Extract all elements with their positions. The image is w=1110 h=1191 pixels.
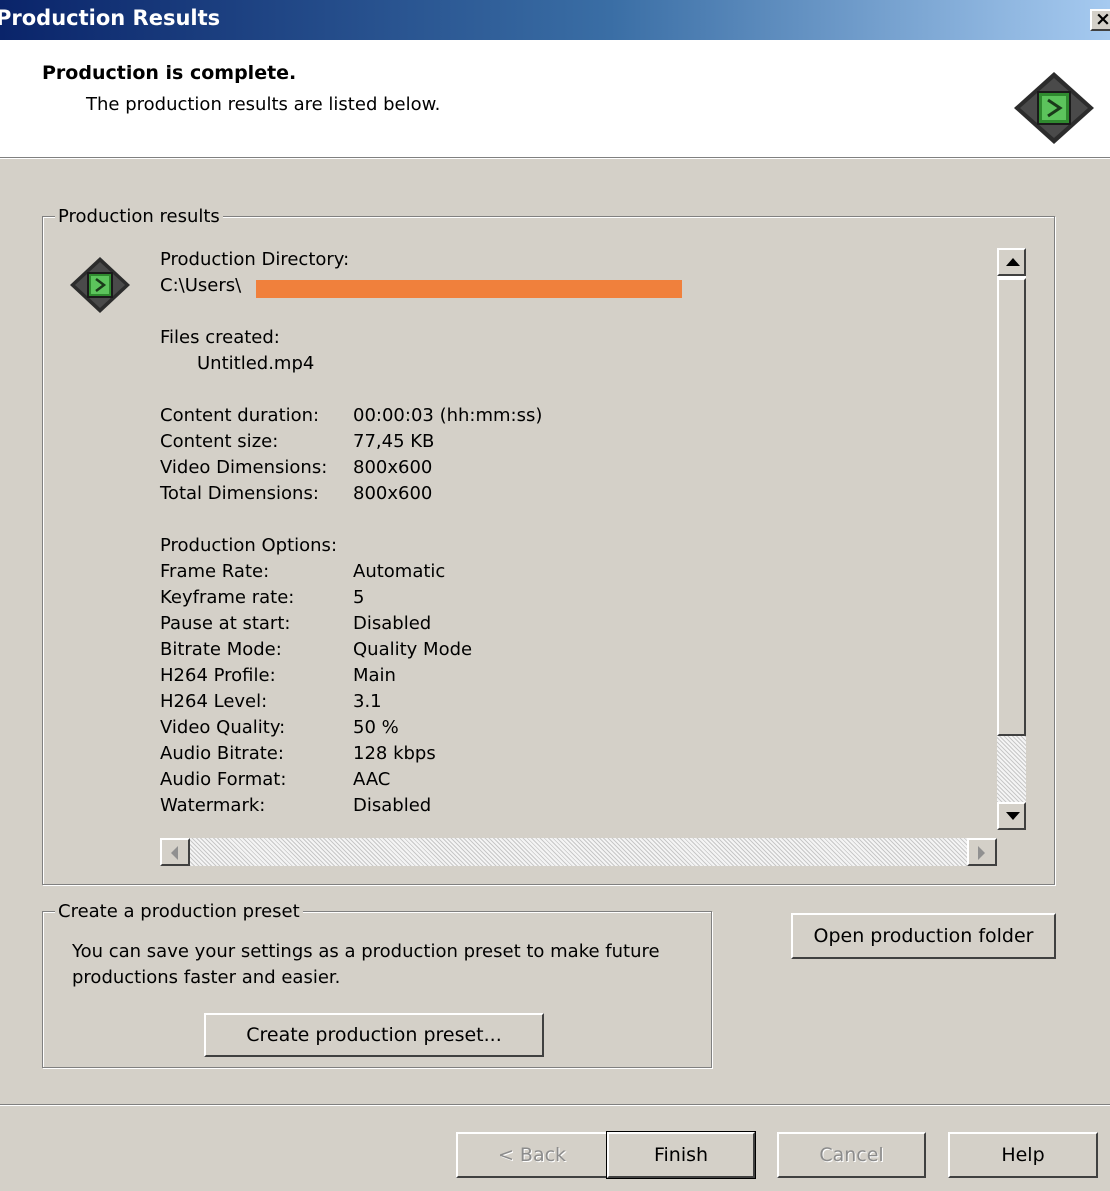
- header-title: Production is complete.: [42, 62, 297, 84]
- finish-button[interactable]: Finish: [606, 1131, 756, 1179]
- header-divider-highlight: [0, 158, 1110, 159]
- horizontal-scrollbar[interactable]: [160, 838, 997, 866]
- option-label: H264 Level:: [160, 691, 268, 712]
- close-button[interactable]: ×: [1090, 9, 1110, 31]
- cancel-button[interactable]: Cancel: [777, 1132, 926, 1178]
- option-value: 50 %: [353, 717, 399, 738]
- summary-value: 00:00:03 (hh:mm:ss): [353, 405, 543, 426]
- summary-value: 800x600: [353, 483, 433, 504]
- option-value: Disabled: [353, 795, 432, 816]
- header-panel: Production is complete. The production r…: [0, 40, 1110, 157]
- directory-value: C:\Users\: [160, 275, 242, 296]
- option-value: 3.1: [353, 691, 382, 712]
- title-bar: Production Results ×: [0, 0, 1110, 40]
- footer-divider-highlight: [0, 1105, 1110, 1106]
- summary-label: Content duration:: [160, 405, 320, 426]
- production-icon: [70, 257, 130, 313]
- vertical-scroll-track[interactable]: [997, 736, 1026, 802]
- option-label: Frame Rate:: [160, 561, 270, 582]
- arrow-down-icon: [1006, 812, 1020, 820]
- scroll-up-button[interactable]: [997, 248, 1026, 276]
- vertical-scroll-thumb[interactable]: [997, 278, 1026, 736]
- scroll-down-button[interactable]: [997, 802, 1026, 830]
- arrow-left-icon: [171, 846, 178, 860]
- production-preset-legend: Create a production preset: [55, 901, 303, 922]
- option-label: H264 Profile:: [160, 665, 276, 686]
- summary-label: Content size:: [160, 431, 279, 452]
- option-value: Disabled: [353, 613, 432, 634]
- summary-label: Video Dimensions:: [160, 457, 328, 478]
- vertical-scrollbar[interactable]: [997, 248, 1026, 830]
- window-title: Production Results: [0, 6, 221, 30]
- arrow-up-icon: [1006, 258, 1020, 266]
- option-label: Audio Format:: [160, 769, 287, 790]
- option-value: Quality Mode: [353, 639, 473, 660]
- option-value: 128 kbps: [353, 743, 436, 764]
- option-label: Keyframe rate:: [160, 587, 295, 608]
- scroll-left-button[interactable]: [160, 838, 190, 866]
- file-item: Untitled.mp4: [197, 353, 315, 374]
- summary-value: 77,45 KB: [353, 431, 435, 452]
- preset-description: You can save your settings as a producti…: [72, 941, 660, 988]
- option-label: Bitrate Mode:: [160, 639, 282, 660]
- option-label: Pause at start:: [160, 613, 291, 634]
- scroll-right-button[interactable]: [967, 838, 997, 866]
- summary-value: 800x600: [353, 457, 433, 478]
- production-options-label: Production Options:: [160, 535, 338, 556]
- header-subtitle: The production results are listed below.: [86, 94, 441, 115]
- option-value: Automatic: [353, 561, 446, 582]
- production-results-legend: Production results: [55, 206, 223, 227]
- option-label: Audio Bitrate:: [160, 743, 284, 764]
- option-value: AAC: [353, 769, 391, 790]
- option-label: Video Quality:: [160, 717, 286, 738]
- back-button[interactable]: < Back: [456, 1132, 608, 1178]
- option-value: 5: [353, 587, 365, 608]
- camtasia-film-icon: [1014, 72, 1094, 144]
- arrow-right-icon: [978, 846, 985, 860]
- open-production-folder-button[interactable]: Open production folder: [791, 913, 1056, 959]
- redaction-bar: [256, 280, 682, 298]
- directory-label: Production Directory:: [160, 249, 350, 270]
- option-label: Watermark:: [160, 795, 266, 816]
- help-button[interactable]: Help: [948, 1132, 1098, 1178]
- option-value: Main: [353, 665, 396, 686]
- create-preset-button[interactable]: Create production preset...: [204, 1013, 544, 1057]
- files-created-label: Files created:: [160, 327, 280, 348]
- summary-label: Total Dimensions:: [160, 483, 319, 504]
